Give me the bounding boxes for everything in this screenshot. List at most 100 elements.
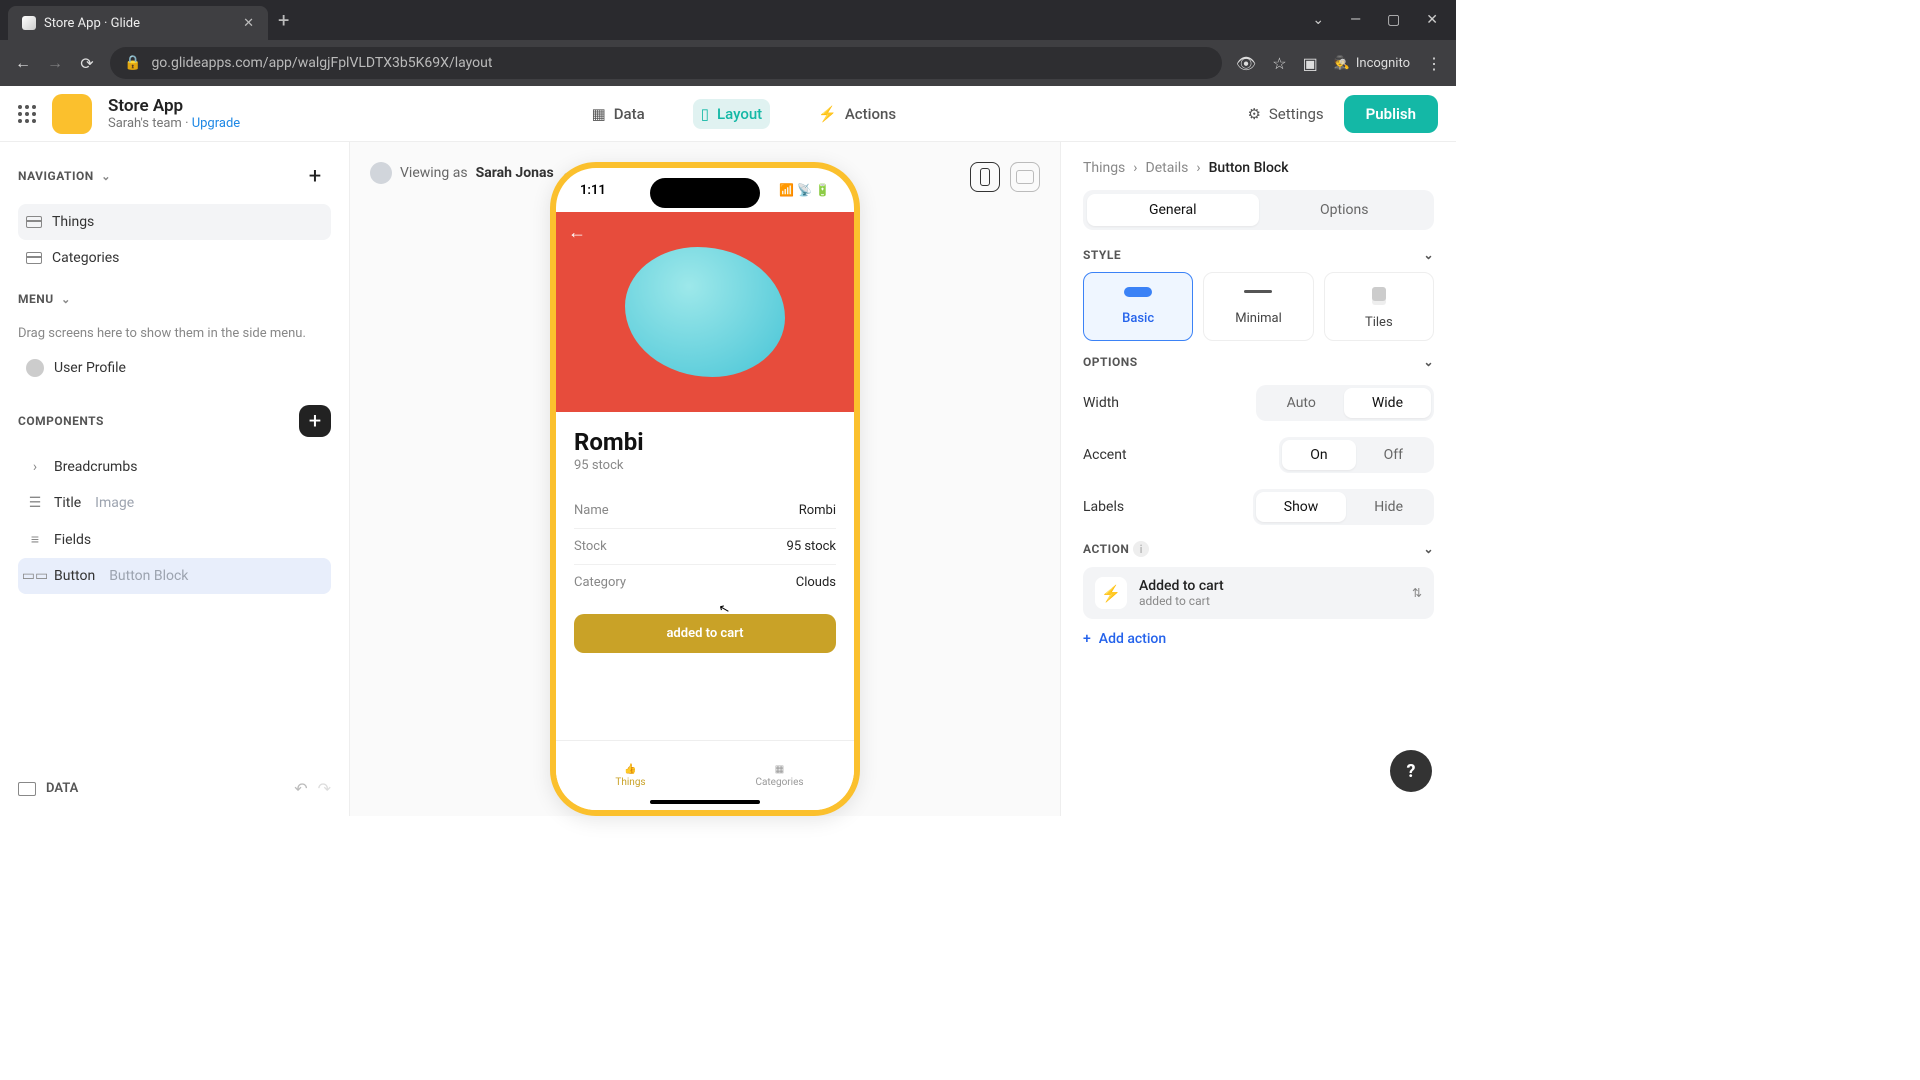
components-heading: COMPONENTS xyxy=(18,414,104,428)
maximize-icon[interactable]: ▢ xyxy=(1387,12,1400,28)
table-icon xyxy=(26,252,42,264)
nav-item-things[interactable]: Things xyxy=(18,204,331,240)
field-label: Stock xyxy=(574,539,607,554)
app-title: Store App xyxy=(108,96,240,116)
redo-icon[interactable]: ↷ xyxy=(318,779,331,798)
style-tiles[interactable]: Tiles xyxy=(1324,272,1434,341)
url-text: go.glideapps.com/app/walgjFplVLDTX3b5K69… xyxy=(151,55,492,71)
layout-icon: ▯ xyxy=(701,105,709,123)
component-breadcrumbs[interactable]: ›Breadcrumbs xyxy=(18,449,331,485)
incognito-badge[interactable]: 🕵 Incognito xyxy=(1334,56,1410,71)
reload-icon[interactable]: ⟳ xyxy=(78,54,96,73)
app-subtitle: Sarah's team · Upgrade xyxy=(108,116,240,131)
hero-image: ← xyxy=(556,212,854,412)
component-label: Fields xyxy=(54,532,91,548)
options-section-heading[interactable]: OPTIONS⌄ xyxy=(1083,355,1434,369)
new-tab-button[interactable]: + xyxy=(278,8,289,32)
tab-options[interactable]: Options xyxy=(1259,194,1431,226)
style-label: Tiles xyxy=(1325,315,1433,330)
menu-hint: Drag screens here to show them in the si… xyxy=(18,326,331,341)
style-minimal[interactable]: Minimal xyxy=(1203,272,1313,341)
action-item[interactable]: ⚡ Added to cart added to cart ⇅ xyxy=(1083,567,1434,619)
add-component-button[interactable]: + xyxy=(299,405,331,437)
extensions-icon[interactable]: ▣ xyxy=(1303,54,1318,73)
crumb-things[interactable]: Things xyxy=(1083,160,1125,176)
address-bar[interactable]: 🔒 go.glideapps.com/app/walgjFplVLDTX3b5K… xyxy=(110,47,1222,79)
viewing-as-selector[interactable]: Viewing as Sarah Jonas ⌄ xyxy=(370,162,573,184)
accent-off[interactable]: Off xyxy=(1356,440,1431,470)
detail-title: Rombi xyxy=(574,428,836,456)
labels-show[interactable]: Show xyxy=(1256,492,1347,522)
data-footer[interactable]: DATA ↶ ↷ xyxy=(18,767,331,798)
upgrade-link[interactable]: Upgrade xyxy=(192,116,240,131)
menu-heading[interactable]: MENU ⌄ xyxy=(18,292,71,306)
component-sublabel: Image xyxy=(95,495,134,511)
incognito-icon: 🕵 xyxy=(1334,56,1350,71)
field-row: Stock95 stock xyxy=(574,529,836,565)
nav-item-categories[interactable]: Categories xyxy=(18,240,331,276)
browser-tab[interactable]: Store App · Glide ✕ xyxy=(8,6,268,40)
back-icon[interactable]: ← xyxy=(14,53,32,73)
accent-on[interactable]: On xyxy=(1282,440,1355,470)
add-to-cart-button[interactable]: added to cart xyxy=(574,614,836,653)
chevron-down-icon: ⌄ xyxy=(101,170,111,183)
style-section-heading[interactable]: STYLE⌄ xyxy=(1083,248,1434,262)
close-window-icon[interactable]: ✕ xyxy=(1426,12,1438,28)
tablet-icon xyxy=(1016,170,1034,184)
close-tab-icon[interactable]: ✕ xyxy=(243,16,254,31)
style-basic[interactable]: Basic xyxy=(1083,272,1193,341)
back-icon[interactable]: ← xyxy=(568,222,586,243)
publish-button[interactable]: Publish xyxy=(1344,95,1438,133)
user-profile-item[interactable]: User Profile xyxy=(18,351,331,385)
nav-actions[interactable]: ⚡Actions xyxy=(810,99,904,129)
field-row: CategoryClouds xyxy=(574,565,836,600)
kebab-menu-icon[interactable]: ⋮ xyxy=(1426,54,1442,73)
settings-button[interactable]: ⚙ Settings xyxy=(1247,105,1323,123)
crumb-details[interactable]: Details xyxy=(1146,160,1189,176)
tab-general[interactable]: General xyxy=(1087,194,1259,226)
component-button[interactable]: ▭▭ButtonButton Block xyxy=(18,558,331,594)
sort-icon[interactable]: ⇅ xyxy=(1412,586,1422,600)
gear-icon: ⚙ xyxy=(1247,105,1260,123)
app-switcher-icon[interactable] xyxy=(18,105,36,123)
add-action-button[interactable]: + Add action xyxy=(1083,631,1434,647)
data-label: DATA xyxy=(46,781,78,796)
add-action-label: Add action xyxy=(1099,631,1166,647)
nav-data-label: Data xyxy=(614,105,645,123)
detail-subtitle: 95 stock xyxy=(574,458,836,473)
home-indicator xyxy=(650,800,760,804)
field-value: Rombi xyxy=(799,503,836,518)
component-title[interactable]: ☰TitleImage xyxy=(18,485,331,521)
settings-label: Settings xyxy=(1269,105,1324,123)
device-tablet-button[interactable] xyxy=(1010,162,1040,192)
window-controls: ⌄ ― ▢ ✕ xyxy=(1312,12,1448,28)
action-section-heading[interactable]: ACTION i⌄ xyxy=(1083,541,1434,557)
nav-layout-label: Layout xyxy=(717,105,762,123)
labels-hide[interactable]: Hide xyxy=(1346,492,1431,522)
option-accent-label: Accent xyxy=(1083,447,1127,463)
device-phone-button[interactable] xyxy=(970,162,1000,192)
plus-icon: + xyxy=(1083,631,1091,647)
minimize-icon[interactable]: ― xyxy=(1350,12,1361,28)
navigation-heading[interactable]: NAVIGATION ⌄ xyxy=(18,169,111,183)
nav-layout[interactable]: ▯ Layout xyxy=(693,99,770,129)
eye-off-icon[interactable]: 👁 xyxy=(1236,54,1256,73)
field-row: NameRombi xyxy=(574,493,836,529)
forward-icon[interactable]: → xyxy=(46,53,64,73)
add-screen-button[interactable]: + xyxy=(299,160,331,192)
viewing-as-name: Sarah Jonas xyxy=(476,165,554,181)
component-fields[interactable]: ≡Fields xyxy=(18,521,331,558)
star-icon[interactable]: ☆ xyxy=(1272,54,1286,73)
help-button[interactable]: ? xyxy=(1390,750,1432,792)
browser-toolbar: ← → ⟳ 🔒 go.glideapps.com/app/walgjFplVLD… xyxy=(0,40,1456,86)
info-icon[interactable]: i xyxy=(1133,541,1149,557)
undo-icon[interactable]: ↶ xyxy=(294,779,307,798)
width-wide[interactable]: Wide xyxy=(1344,388,1431,418)
user-profile-label: User Profile xyxy=(54,360,126,376)
breadcrumb: Things› Details› Button Block xyxy=(1083,160,1434,176)
tab-title: Store App · Glide xyxy=(44,16,140,31)
width-auto[interactable]: Auto xyxy=(1259,388,1344,418)
chevron-down-icon[interactable]: ⌄ xyxy=(1312,12,1324,28)
component-sublabel: Button Block xyxy=(109,568,188,584)
nav-data[interactable]: ▦Data xyxy=(584,99,653,129)
